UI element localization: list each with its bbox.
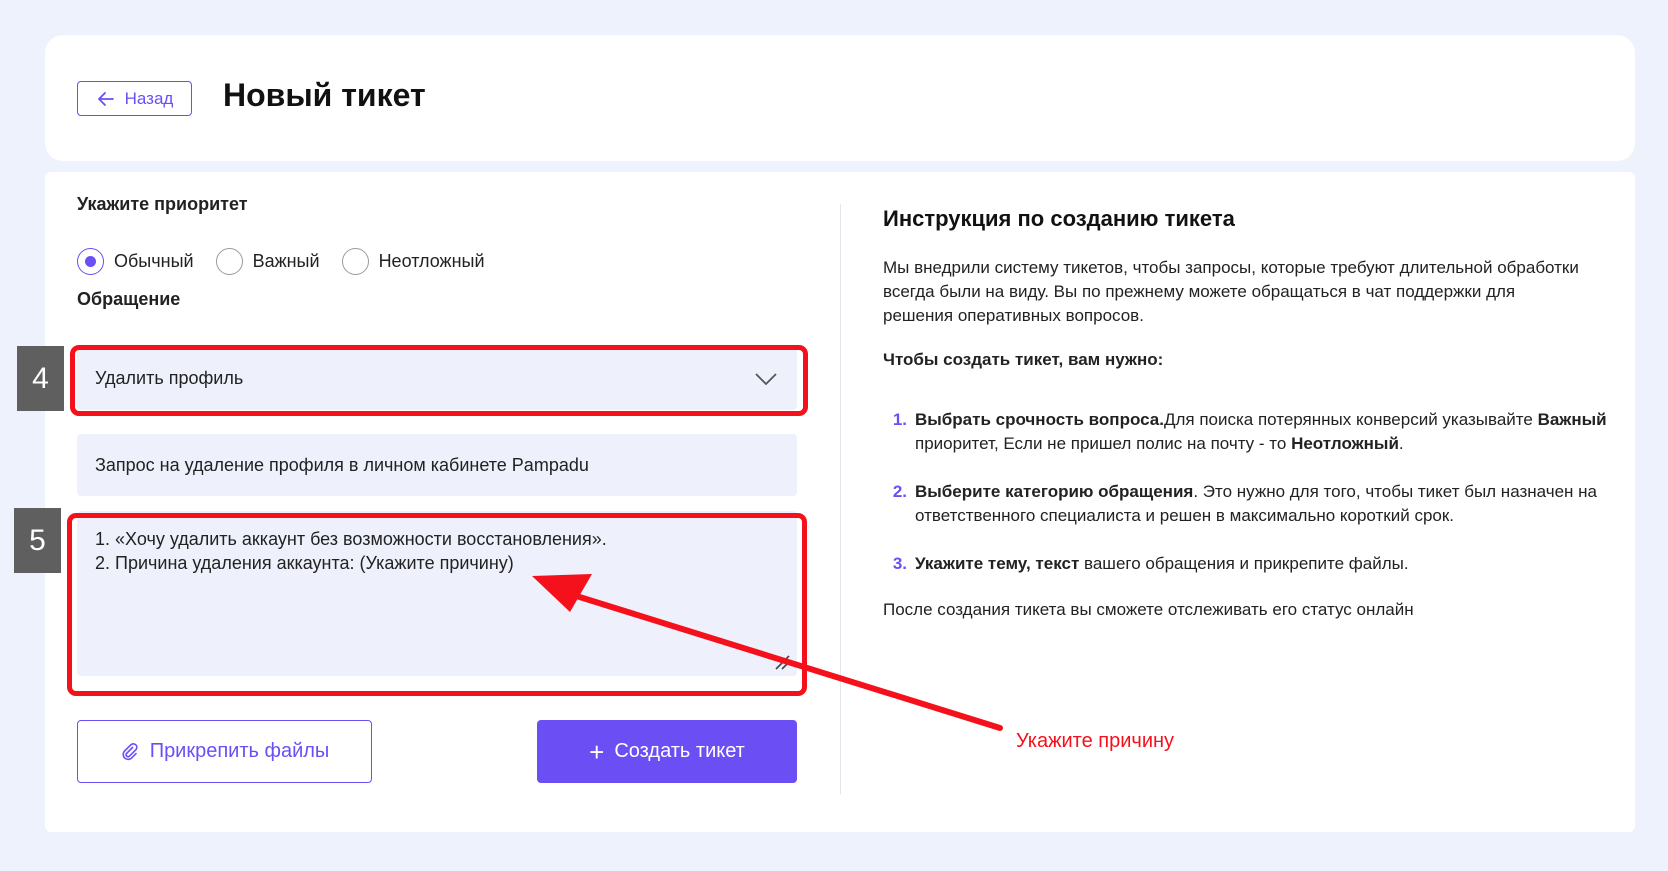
subject-input-value: Запрос на удаление профиля в личном каби… [95, 454, 589, 475]
step-bold-c: Неотложный [1291, 434, 1399, 453]
instruction-step: 1. Выбрать срочность вопроса.Для поиска … [883, 408, 1613, 456]
resize-handle-icon[interactable] [773, 653, 791, 671]
step-bold: Выберите категорию обращения [915, 482, 1194, 501]
arrow-left-icon [97, 91, 114, 106]
priority-radio-group: Обычный Важный Неотложный [77, 248, 507, 275]
request-label: Обращение [77, 289, 181, 309]
step-text-a: вашего обращения и прикрепите файлы. [1079, 554, 1409, 573]
step-badge-5: 5 [14, 508, 61, 573]
category-select[interactable]: Удалить профиль [77, 347, 797, 410]
create-ticket-button[interactable]: + Создать тикет [537, 720, 797, 783]
step-badge-4: 4 [17, 346, 64, 411]
instructions-footer: После создания тикета вы сможете отслежи… [883, 600, 1414, 619]
header-card: Назад Новый тикет [45, 35, 1635, 161]
step-bold: Укажите тему, текст [915, 554, 1080, 573]
instruction-step: 2. Выберите категорию обращения. Это нуж… [883, 480, 1613, 528]
priority-option-normal[interactable]: Обычный [77, 248, 194, 275]
category-select-value: Удалить профиль [95, 368, 244, 388]
step-text-b: приоритет, Если не пришел полис на почту… [915, 434, 1292, 453]
step-text-c: . [1398, 434, 1404, 453]
step-text: Выберите категорию обращения. Это нужно … [915, 480, 1613, 528]
subject-input[interactable]: Запрос на удаление профиля в личном каби… [77, 434, 797, 496]
priority-option-urgent[interactable]: Неотложный [341, 248, 485, 275]
step-text: Укажите тему, текст вашего обращения и п… [915, 552, 1613, 576]
page-title: Новый тикет [223, 77, 426, 113]
step-number: 2. [892, 482, 907, 501]
instructions-steps-heading: Чтобы создать тикет, вам нужно: [883, 350, 1164, 369]
radio-circle [77, 248, 104, 275]
column-divider [840, 204, 841, 794]
create-ticket-label: Создать тикет [614, 740, 745, 762]
main-card: Укажите приоритет Обычный Важный Неотлож… [45, 172, 1635, 832]
message-textarea[interactable]: 1. «Хочу удалить аккаунт без возможности… [77, 511, 797, 676]
instructions-intro: Мы внедрили систему тикетов, чтобы запро… [883, 258, 1579, 325]
radio-circle [215, 248, 243, 275]
step-bold: Выбрать срочность вопроса. [915, 410, 1164, 429]
step-number: 3. [892, 554, 907, 573]
chevron-down-icon [755, 373, 777, 386]
plus-icon: + [589, 736, 605, 767]
attach-files-button[interactable]: Прикрепить файлы [77, 720, 372, 783]
step-number: 1. [892, 410, 907, 429]
priority-option-important[interactable]: Важный [215, 248, 320, 275]
priority-option-label: Важный [252, 251, 320, 271]
back-button[interactable]: Назад [77, 81, 192, 116]
instructions-steps: 1. Выбрать срочность вопроса.Для поиска … [883, 408, 1613, 600]
instruction-step: 3. Укажите тему, текст вашего обращения … [883, 552, 1613, 576]
instructions-title: Инструкция по созданию тикета [883, 206, 1235, 231]
back-button-label: Назад [124, 88, 174, 108]
paperclip-icon [122, 742, 138, 760]
radio-circle [341, 248, 369, 275]
attach-files-label: Прикрепить файлы [149, 740, 330, 762]
step-text: Выбрать срочность вопроса.Для поиска пот… [915, 408, 1613, 456]
annotation-note: Укажите причину [1016, 730, 1175, 752]
priority-label: Укажите приоритет [77, 194, 248, 214]
step-text-a: Для поиска потерянных конверсий указывай… [1163, 410, 1538, 429]
step-bold-b: Важный [1537, 410, 1607, 429]
message-line: 1. «Хочу удалить аккаунт без возможности… [95, 529, 607, 549]
priority-option-label: Обычный [114, 251, 194, 271]
priority-option-label: Неотложный [378, 251, 485, 271]
message-line: 2. Причина удаления аккаунта: (Укажите п… [95, 553, 514, 573]
